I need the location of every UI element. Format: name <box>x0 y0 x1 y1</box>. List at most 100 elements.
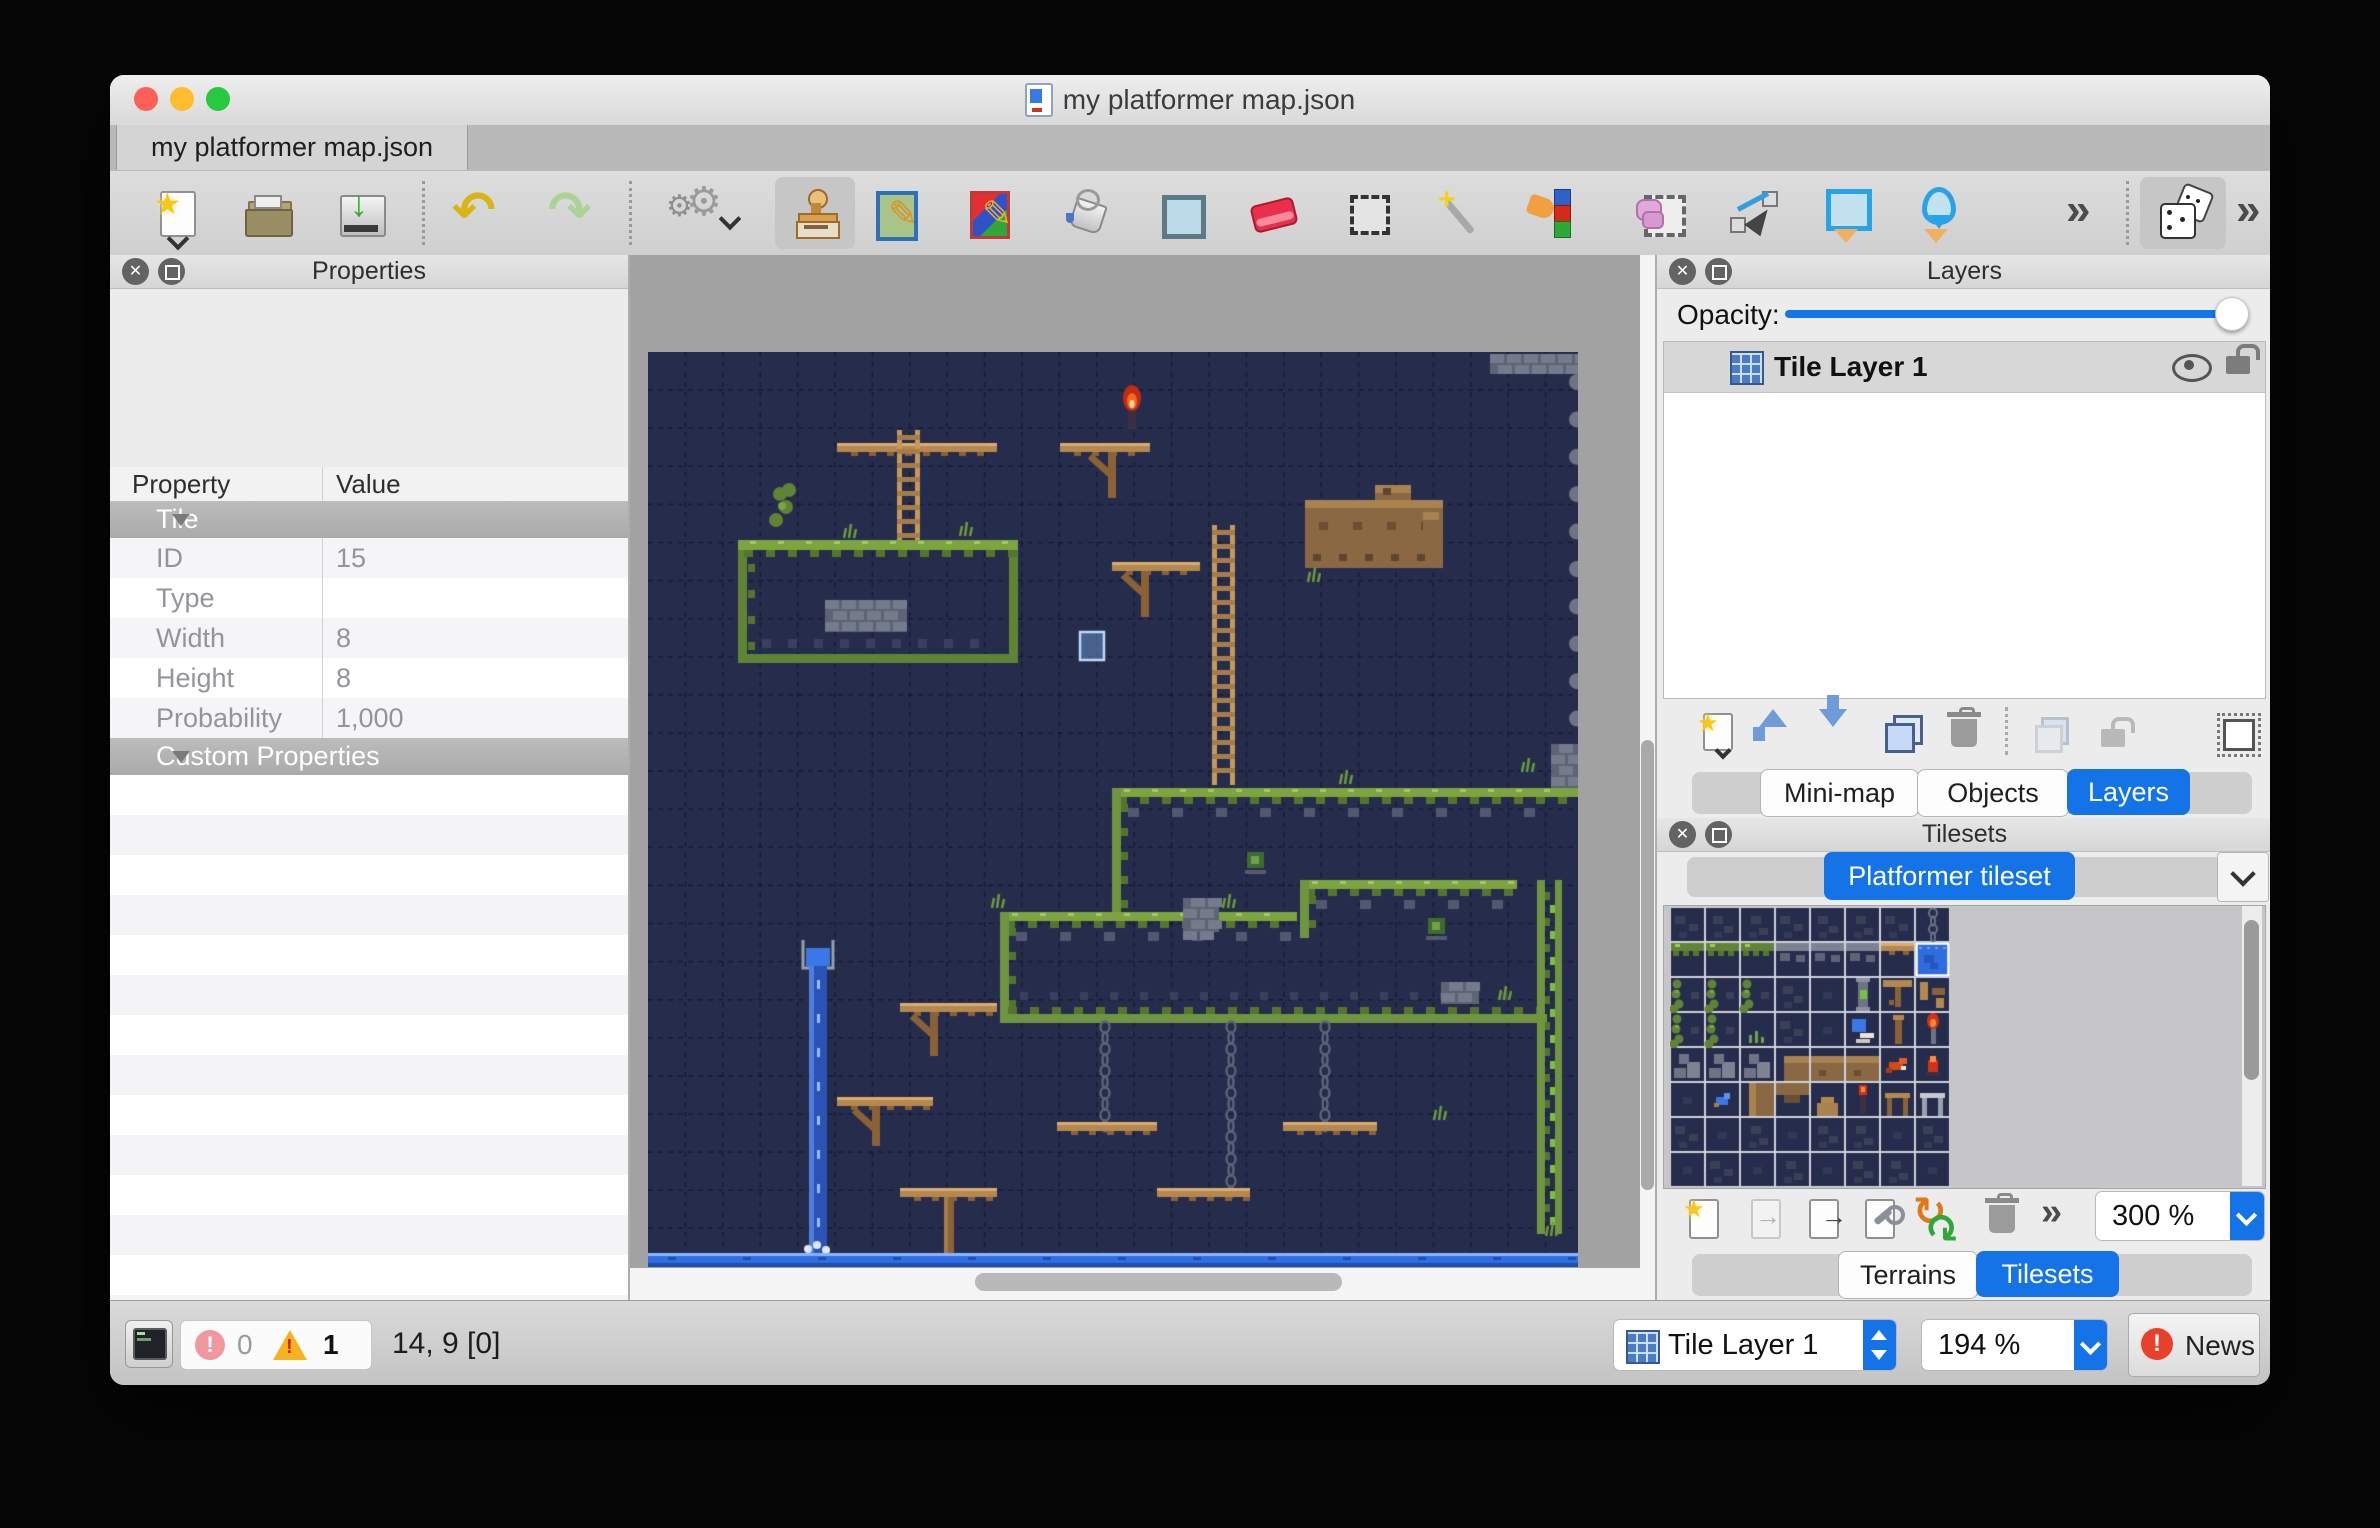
insert-rectangle-tool[interactable] <box>1820 187 1872 239</box>
remove-layer-button[interactable] <box>1941 709 1989 757</box>
toolbar-overflow-button[interactable]: » <box>2232 187 2270 239</box>
group-custom-properties[interactable]: Custom Properties <box>110 738 628 776</box>
issues-counter[interactable]: ! 0 1 <box>180 1320 372 1370</box>
layer-unlocked-icon[interactable] <box>2226 356 2250 374</box>
panel-title: Tilesets <box>1657 818 2270 851</box>
embed-tileset-icon: → <box>1743 1195 1791 1243</box>
save-button[interactable]: ↓ <box>335 187 387 239</box>
prop-row-width[interactable]: Width 8 <box>110 618 628 659</box>
new-tileset-button[interactable]: ★ <box>1681 1195 1729 1243</box>
edit-polygons-tool[interactable] <box>1728 187 1780 239</box>
close-panel-icon[interactable]: ✕ <box>1669 821 1696 848</box>
main-area: ✕ Properties Property Value Tile ID 15 T… <box>110 255 2270 1300</box>
tab-mini-map[interactable]: Mini-map <box>1760 769 1919 817</box>
undo-button[interactable]: ↶ <box>450 187 502 239</box>
map-canvas[interactable] <box>648 352 1578 1267</box>
edit-tileset-button[interactable] <box>1857 1195 1905 1243</box>
v-scrollbar-thumb[interactable] <box>1641 740 1654 1190</box>
layer-visibility-icon[interactable] <box>2172 354 2212 382</box>
error-count: 0 <box>237 1329 253 1361</box>
tab-my-platformer-map[interactable]: my platformer map.json <box>116 125 468 170</box>
tileset-overflow-button[interactable]: » <box>2039 1195 2087 1243</box>
lower-layer-button[interactable] <box>1819 709 1867 757</box>
panel-title: Layers <box>1657 255 2270 288</box>
layer-list: Tile Layer 1 <box>1663 341 2266 699</box>
zoom-select[interactable]: 194 % <box>1921 1319 2108 1371</box>
properties-header-row: Property Value <box>110 467 628 502</box>
duplicate-layer-button[interactable] <box>1879 709 1927 757</box>
chevron-down-icon <box>2074 1320 2107 1370</box>
layer-row-tile-layer-1[interactable]: Tile Layer 1 <box>1664 342 2265 393</box>
window-title-wrap: my platformer map.json <box>110 75 2270 125</box>
opacity-slider-handle[interactable] <box>2215 297 2249 331</box>
tab-terrains[interactable]: Terrains <box>1838 1251 1978 1299</box>
bucket-fill-tool[interactable] <box>1060 187 1112 239</box>
document-tab-bar: my platformer map.json <box>110 125 2270 172</box>
float-panel-icon[interactable] <box>158 258 185 285</box>
layers-panel-header: ✕ Layers <box>1657 255 2270 289</box>
current-layer-select[interactable]: Tile Layer 1 <box>1613 1319 1897 1371</box>
more-tools-button[interactable]: » <box>2062 187 2114 239</box>
stamp-brush-tool[interactable] <box>790 187 842 239</box>
shape-fill-tool[interactable] <box>1154 187 1206 239</box>
reload-tileset-button[interactable]: ↻ ↻ <box>1913 1195 1961 1243</box>
rect-select-tool[interactable] <box>1342 187 1394 239</box>
opacity-label: Opacity: <box>1677 299 1780 331</box>
tab-layers[interactable]: Layers <box>2067 769 2190 815</box>
new-map-button[interactable]: ★ <box>152 187 204 239</box>
h-scrollbar-thumb[interactable] <box>975 1273 1342 1291</box>
layer-buttons-bar: ★ <box>1657 701 2270 765</box>
tileset-dropdown-button[interactable] <box>2217 852 2269 902</box>
error-icon: ! <box>195 1330 225 1360</box>
properties-panel: ✕ Properties Property Value Tile ID 15 T… <box>110 255 630 1300</box>
prop-row-probability[interactable]: Probability 1,000 <box>110 698 628 739</box>
news-alert-icon: ! <box>2141 1328 2173 1360</box>
tileset-buttons-bar: ★ → → ↻ ↻ » <box>1657 1187 2270 1249</box>
window-title: my platformer map.json <box>1063 84 1356 116</box>
tab-objects[interactable]: Objects <box>1917 769 2069 817</box>
insert-point-tool[interactable] <box>1910 187 1962 239</box>
terrain-brush-tool[interactable]: ✎ <box>872 187 924 239</box>
group-tile[interactable]: Tile <box>110 501 628 539</box>
prop-row-type[interactable]: Type <box>110 578 628 619</box>
panel-title: Properties <box>110 255 628 288</box>
same-tile-select-tool[interactable] <box>1526 187 1578 239</box>
tab-tilesets[interactable]: Tilesets <box>1976 1251 2119 1297</box>
float-panel-icon[interactable] <box>1705 258 1732 285</box>
tile-layer-icon <box>1730 351 1764 385</box>
select-objects-tool[interactable] <box>1634 187 1686 239</box>
automap-button[interactable]: ⚙ ⚙ <box>670 187 722 239</box>
console-button[interactable] <box>125 1320 173 1368</box>
tileset-zoom-select[interactable]: 300 % <box>2095 1191 2265 1241</box>
redo-button[interactable]: ↷ <box>546 187 598 239</box>
news-button[interactable]: ! News <box>2128 1313 2260 1377</box>
tileset-canvas[interactable] <box>1670 907 1950 1187</box>
main-toolbar: ★ ↓ ↶ ↷ ⚙ ⚙ <box>110 171 2270 256</box>
new-layer-button[interactable]: ★ <box>1695 709 1743 757</box>
magic-wand-tool[interactable]: + <box>1436 187 1488 239</box>
eraser-tool[interactable] <box>1246 187 1298 239</box>
tileset-view <box>1663 905 2266 1189</box>
prop-row-id[interactable]: ID 15 <box>110 538 628 579</box>
terrain-fill-tool[interactable]: ✎ <box>966 187 1018 239</box>
export-tileset-button[interactable]: → <box>1801 1195 1849 1243</box>
layer-name: Tile Layer 1 <box>1774 351 1928 383</box>
random-mode-button[interactable] <box>2156 187 2208 239</box>
opacity-slider[interactable] <box>1785 310 2245 318</box>
warning-count: 1 <box>323 1329 339 1361</box>
tab-platformer-tileset[interactable]: Platformer tileset <box>1824 852 2075 900</box>
cursor-coordinates: 14, 9 [0] <box>392 1327 500 1361</box>
float-panel-icon[interactable] <box>1705 821 1732 848</box>
remove-tileset-button[interactable] <box>1979 1195 2027 1243</box>
tileset-scrollbar-thumb[interactable] <box>2244 920 2259 1080</box>
close-panel-icon[interactable]: ✕ <box>122 258 149 285</box>
app-window: my platformer map.json my platformer map… <box>110 75 2270 1385</box>
highlight-current-layer-button[interactable] <box>2213 709 2261 757</box>
raise-layer-button[interactable] <box>1759 709 1807 757</box>
prop-row-height[interactable]: Height 8 <box>110 658 628 699</box>
close-panel-icon[interactable]: ✕ <box>1669 258 1696 285</box>
map-view <box>630 255 1655 1300</box>
open-file-button[interactable] <box>242 187 294 239</box>
stepper-icon <box>1863 1320 1896 1370</box>
chevron-down-icon <box>2230 1192 2264 1240</box>
